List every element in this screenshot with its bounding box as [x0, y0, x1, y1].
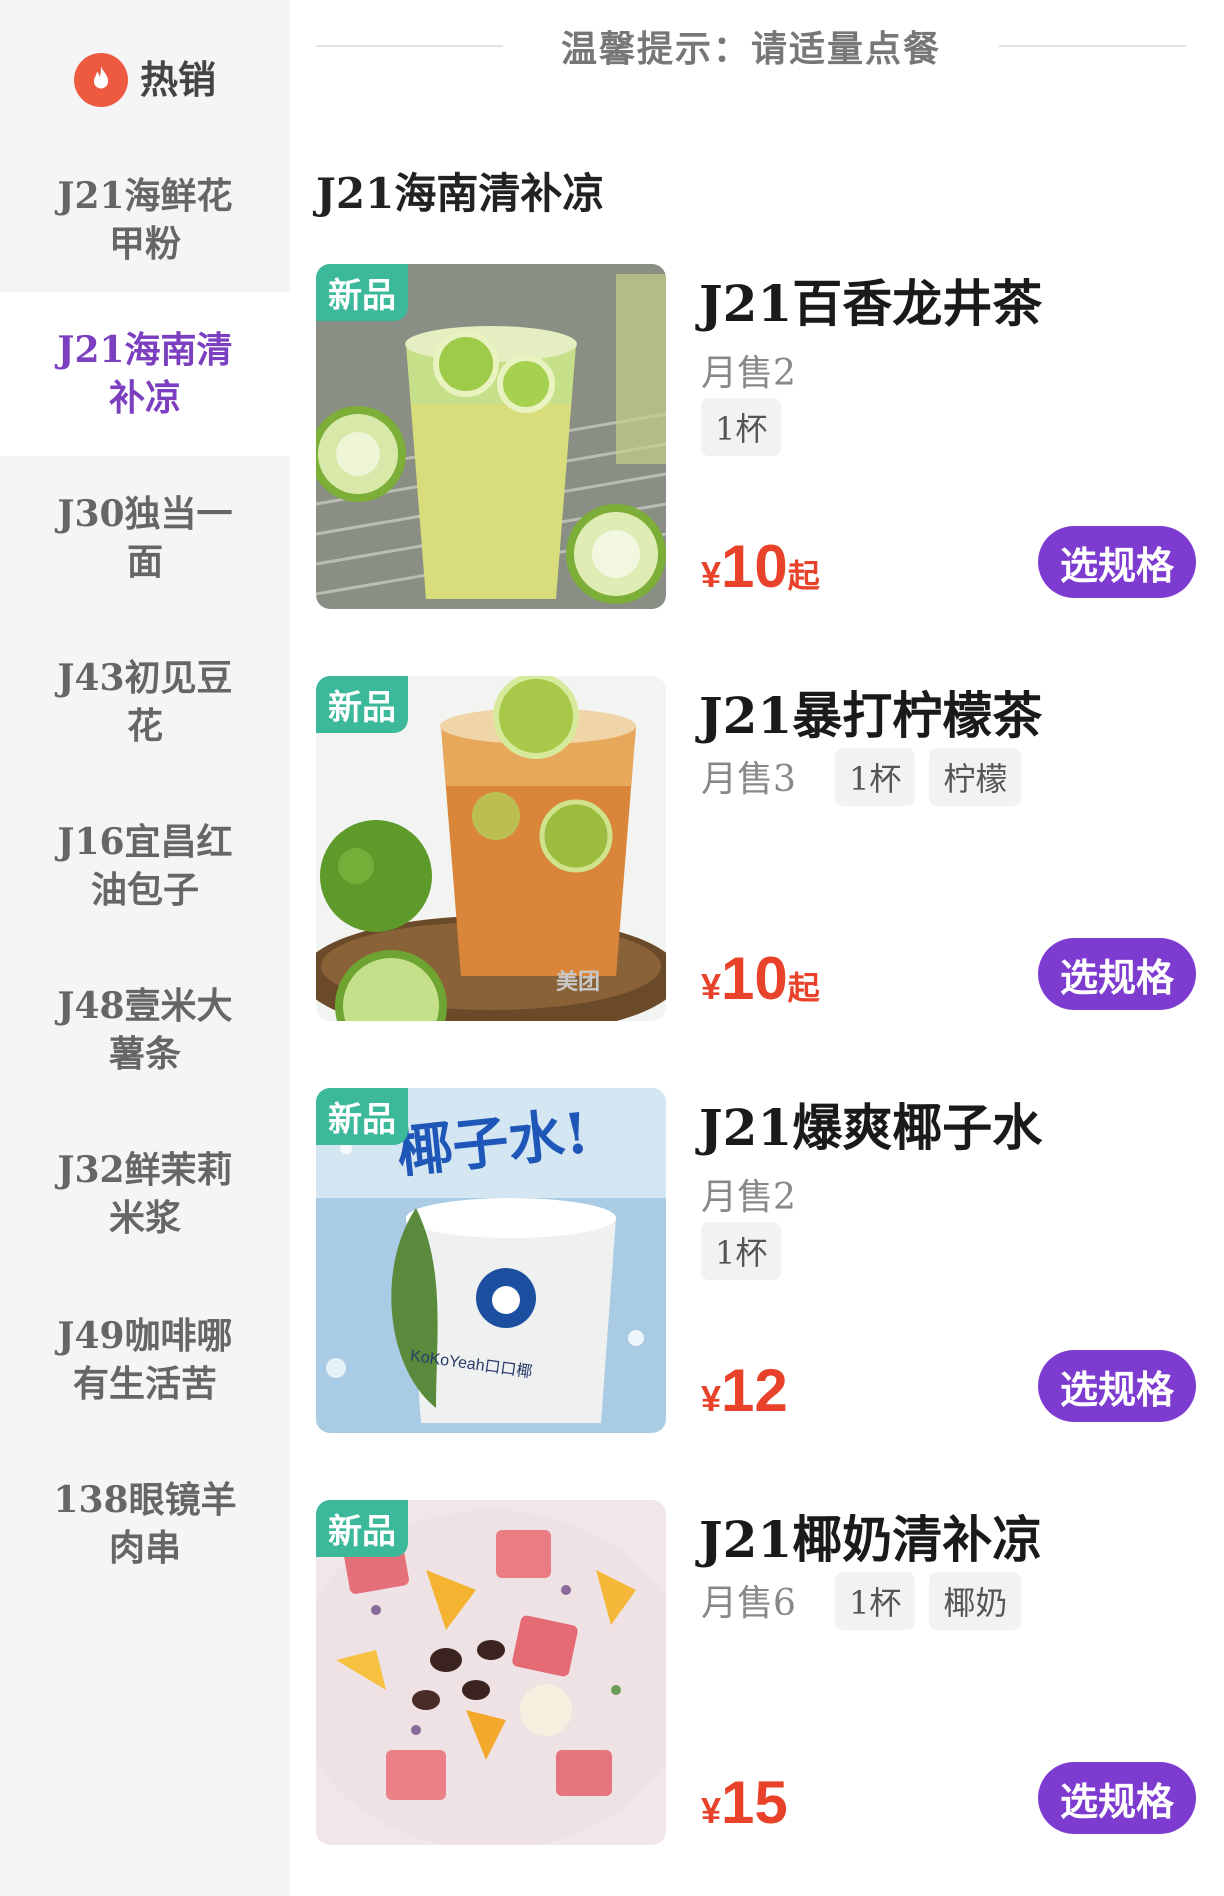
tag-list: 1杯 椰奶: [835, 1572, 1022, 1630]
sidebar-hot-label: 热销: [139, 57, 216, 102]
price-suffix: 起: [787, 969, 820, 1007]
sidebar-item-label: J32鲜茉莉米浆: [57, 1149, 233, 1239]
price-value: 10: [721, 533, 788, 600]
product-card[interactable]: 椰子水! KoKoYeah口口椰 新品 J21爆爽椰子水 月售2 1杯 ¥12 …: [316, 1088, 1196, 1438]
product-card[interactable]: 新品 J21百香龙井茶 月售2 1杯 ¥10起 选规格: [316, 264, 1196, 614]
tag: 1杯: [835, 748, 916, 806]
price: ¥15: [701, 1768, 788, 1837]
currency-symbol: ¥: [701, 1790, 722, 1831]
product-image[interactable]: 新品: [316, 1500, 666, 1845]
price-value: 15: [721, 1769, 788, 1836]
select-spec-button[interactable]: 选规格: [1038, 1350, 1196, 1422]
monthly-sales: 月售6: [701, 1583, 796, 1624]
sidebar-item-label: J49咖啡哪有生活苦: [57, 1315, 233, 1405]
product-card[interactable]: 美团 新品 J21暴打柠檬茶 月售3 1杯 柠檬 ¥10起 选规格: [316, 676, 1196, 1026]
currency-symbol: ¥: [701, 1378, 722, 1419]
sidebar-item-label: J48壹米大薯条: [57, 985, 233, 1075]
tag: 柠檬: [929, 748, 1022, 806]
price-suffix: 起: [787, 557, 820, 595]
section-title: J21海南清补凉: [316, 169, 605, 218]
monthly-sales: 月售3: [701, 759, 796, 800]
sidebar-item-0[interactable]: J21海鲜花甲粉: [0, 150, 290, 290]
price-value: 10: [721, 945, 788, 1012]
notice-bar: 温馨提示：请适量点餐: [316, 18, 1187, 74]
sidebar-item-label: J16宜昌红油包子: [57, 821, 233, 911]
sidebar-item-5[interactable]: J48壹米大薯条: [0, 960, 290, 1100]
sidebar-item-active[interactable]: J21海南清补凉: [0, 292, 290, 456]
price: ¥12: [701, 1356, 788, 1425]
currency-symbol: ¥: [701, 966, 722, 1007]
sidebar-item-8[interactable]: 138眼镜羊肉串: [0, 1454, 290, 1594]
currency-symbol: ¥: [701, 554, 722, 595]
tag: 1杯: [835, 1572, 916, 1630]
new-badge: 新品: [316, 1500, 408, 1557]
tag-list: 1杯: [701, 398, 782, 456]
watermark-text: 美团: [556, 969, 601, 994]
sidebar-item-3[interactable]: J43初见豆花: [0, 632, 290, 772]
sidebar-item-label: 138眼镜羊肉串: [53, 1479, 237, 1569]
product-image[interactable]: 美团 新品: [316, 676, 666, 1021]
new-badge: 新品: [316, 676, 408, 733]
monthly-sales: 月售2: [701, 1177, 796, 1218]
sidebar-item-hot[interactable]: 热销: [0, 20, 290, 140]
product-name: J21椰奶清补凉: [699, 1510, 1043, 1569]
tag-list: 1杯 柠檬: [835, 748, 1022, 806]
product-image[interactable]: 新品: [316, 264, 666, 609]
product-card[interactable]: 新品 J21椰奶清补凉 月售6 1杯 椰奶 ¥15 选规格: [316, 1500, 1196, 1850]
product-name: J21爆爽椰子水: [699, 1098, 1043, 1157]
new-badge: 新品: [316, 264, 408, 321]
sidebar-item-7[interactable]: J49咖啡哪有生活苦: [0, 1290, 290, 1430]
tag: 1杯: [701, 1222, 782, 1280]
product-list-panel: 温馨提示：请适量点餐 J21海南清补凉 新品 J21百香龙井茶 月售2 1杯 ¥…: [290, 0, 1224, 1896]
sidebar-item-label: J43初见豆花: [57, 657, 233, 747]
price: ¥10起: [701, 532, 820, 601]
product-image[interactable]: 椰子水! KoKoYeah口口椰 新品: [316, 1088, 666, 1433]
divider: [999, 45, 1187, 47]
product-name: J21暴打柠檬茶: [699, 686, 1043, 745]
product-name: J21百香龙井茶: [699, 274, 1043, 333]
sidebar-item-label: J21海鲜花甲粉: [57, 175, 233, 265]
tag: 1杯: [701, 398, 782, 456]
select-spec-button[interactable]: 选规格: [1038, 1762, 1196, 1834]
monthly-sales: 月售2: [701, 353, 796, 394]
notice-text: 温馨提示：请适量点餐: [561, 28, 942, 70]
sidebar-item-label: J30独当一面: [57, 493, 233, 583]
tag: 椰奶: [929, 1572, 1022, 1630]
divider: [316, 45, 503, 47]
sidebar-item-6[interactable]: J32鲜茉莉米浆: [0, 1124, 290, 1264]
flame-icon: [73, 53, 128, 107]
category-sidebar: 热销 J21海鲜花甲粉 J21海南清补凉 J30独当一面 J43初见豆花 J16…: [0, 0, 290, 1896]
select-spec-button[interactable]: 选规格: [1038, 938, 1196, 1010]
new-badge: 新品: [316, 1088, 408, 1145]
price: ¥10起: [701, 944, 820, 1013]
sidebar-item-label: J21海南清补凉: [57, 329, 233, 419]
tag-list: 1杯: [701, 1222, 782, 1280]
select-spec-button[interactable]: 选规格: [1038, 526, 1196, 598]
sidebar-item-2[interactable]: J30独当一面: [0, 468, 290, 608]
sidebar-item-4[interactable]: J16宜昌红油包子: [0, 796, 290, 936]
price-value: 12: [721, 1357, 788, 1424]
